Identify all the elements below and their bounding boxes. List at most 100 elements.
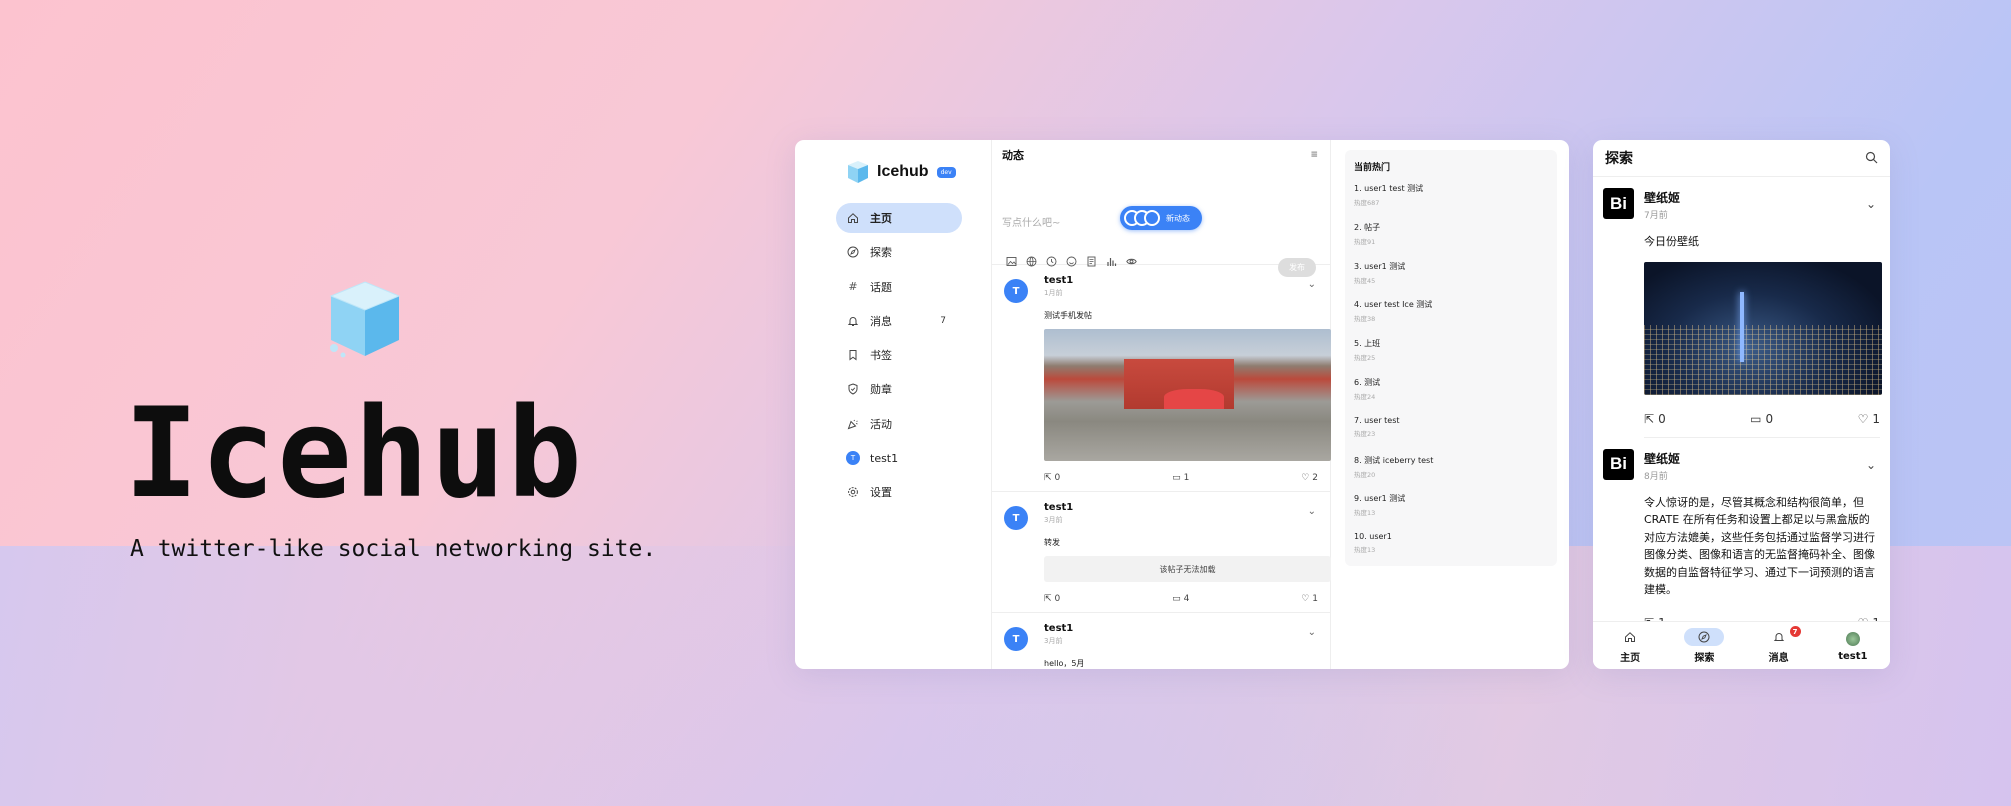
new-posts-button[interactable]: 新动态	[1120, 206, 1202, 230]
tab-profile[interactable]: test1	[1816, 622, 1890, 669]
post-image[interactable]	[1044, 329, 1331, 461]
sidebar-item-profile[interactable]: T test1	[836, 443, 962, 473]
avatar	[1843, 630, 1863, 648]
post-time: 8月前	[1644, 471, 1668, 482]
trending-item-heat: 热度23	[1354, 429, 1376, 438]
trending-item[interactable]: 6. 测试 热度24	[1354, 377, 1548, 416]
sidebar-item-settings[interactable]: 设置	[836, 477, 962, 507]
like-count: 1	[1872, 411, 1880, 426]
icehub-cube-logo	[329, 281, 401, 358]
trending-item[interactable]: 2. 帖子 热度91	[1354, 222, 1548, 261]
gear-icon	[846, 485, 860, 499]
heart-icon: ♡	[1857, 411, 1869, 426]
post-time: 3月前	[1044, 637, 1063, 645]
tab-label: 消息	[1768, 652, 1789, 664]
post-card[interactable]: T test1 3月前 ⌄ hello，5月	[992, 613, 1330, 669]
like-button[interactable]: ♡ 2	[1301, 473, 1318, 483]
sidebar-item-explore[interactable]: 探索	[836, 237, 962, 267]
post-author[interactable]: 壁纸姬	[1644, 187, 1880, 206]
tab-label: test1	[1838, 650, 1868, 662]
post-author[interactable]: test1	[1044, 623, 1318, 634]
post-author[interactable]: test1	[1044, 275, 1318, 286]
party-icon	[846, 417, 860, 431]
avatar[interactable]: T	[1004, 279, 1028, 303]
home-icon	[1620, 628, 1640, 646]
sidebar-item-events[interactable]: 活动	[836, 409, 962, 439]
avatar[interactable]: Bi	[1603, 448, 1634, 480]
hero-subtitle: A twitter-like social networking site.	[130, 536, 657, 562]
like-count: 1	[1312, 594, 1318, 604]
trending-item-heat: 热度91	[1354, 237, 1376, 246]
post-author[interactable]: 壁纸姬	[1644, 448, 1880, 467]
compass-icon	[1684, 627, 1725, 646]
post-card[interactable]: Bi 壁纸姬 7月前 ⌄ 今日份壁纸 ⇱ 0 ▭ 0 ♡ 1	[1593, 177, 1890, 438]
post-card[interactable]: T test1 1月前 ⌄ 测试手机发帖 ⇱ 0 ▭ 1 ♡ 2	[992, 265, 1331, 492]
trending-item[interactable]: 5. 上班 热度25	[1354, 338, 1548, 377]
sort-icon[interactable]: ≡	[1310, 150, 1318, 160]
sidebar-item-label: 消息	[870, 314, 892, 328]
post-card[interactable]: T test1 3月前 ⌄ 转发 该帖子无法加载 ⇱ 0 ▭ 4 ♡ 1	[992, 492, 1331, 613]
search-icon[interactable]	[1865, 151, 1878, 168]
tab-home[interactable]: 主页	[1593, 622, 1667, 669]
comment-button[interactable]: ▭ 0	[1750, 412, 1773, 426]
trending-item-title: 7. user test	[1354, 415, 1400, 425]
repost-unavailable: 该帖子无法加载	[1044, 556, 1331, 582]
trending-item[interactable]: 7. user test 热度23	[1354, 416, 1548, 455]
comment-button[interactable]: ▭ 4	[1172, 594, 1189, 604]
chevron-down-icon[interactable]: ⌄	[1866, 458, 1876, 472]
sidebar-item-home[interactable]: 主页	[836, 203, 962, 233]
heart-icon: ♡	[1301, 473, 1310, 483]
trending-item[interactable]: 8. 测试 iceberry test 热度20	[1354, 455, 1548, 494]
trending-item-title: 9. user1 测试	[1354, 494, 1406, 504]
trending-item-heat: 热度45	[1354, 276, 1376, 285]
like-count: 2	[1312, 473, 1318, 483]
tab-explore[interactable]: 探索	[1667, 622, 1741, 669]
trending-item-title: 8. 测试 iceberry test	[1354, 455, 1434, 465]
sidebar: Icehub dev 主页 探索 # 话题 消息 7 书签 勋章 活动 T te…	[795, 140, 991, 669]
comment-icon: ▭	[1172, 594, 1181, 604]
sidebar-item-messages[interactable]: 消息 7	[836, 306, 962, 336]
post-time: 3月前	[1044, 516, 1063, 524]
bell-icon	[846, 314, 860, 328]
dev-badge: dev	[936, 166, 956, 178]
notification-badge: 7	[1789, 626, 1801, 637]
sidebar-item-bookmarks[interactable]: 书签	[836, 340, 962, 370]
compass-icon	[846, 245, 860, 259]
sidebar-item-label: 探索	[870, 246, 892, 260]
like-button[interactable]: ♡1	[1301, 594, 1318, 604]
cube-logo-icon	[848, 161, 868, 183]
sidebar-item-label: 话题	[870, 280, 892, 294]
trending-item-heat: 热度13	[1354, 509, 1376, 518]
chevron-down-icon[interactable]: ⌄	[1308, 279, 1316, 290]
trending-item[interactable]: 1. user1 test 测试 热度687	[1354, 183, 1548, 222]
avatar	[1144, 210, 1160, 226]
composer-input[interactable]: 写点什么吧~	[1002, 214, 1060, 229]
post-image[interactable]	[1644, 261, 1882, 395]
chevron-down-icon[interactable]: ⌄	[1308, 506, 1316, 517]
tab-messages[interactable]: 7 消息	[1742, 622, 1816, 669]
trending-item[interactable]: 4. user test Ice 测试 热度38	[1354, 299, 1548, 338]
brand[interactable]: Icehub dev	[847, 160, 956, 184]
sidebar-item-label: 勋章	[870, 383, 892, 397]
comment-button[interactable]: ▭ 1	[1172, 473, 1189, 483]
avatar[interactable]: T	[1004, 506, 1028, 530]
comment-icon: ▭	[1172, 473, 1181, 483]
trending-item[interactable]: 10. user1 热度13	[1354, 532, 1548, 571]
share-button[interactable]: ⇱ 0	[1644, 412, 1666, 426]
chevron-down-icon[interactable]: ⌄	[1866, 197, 1876, 211]
trending-item[interactable]: 9. user1 测试 热度13	[1354, 493, 1548, 532]
sidebar-item-badges[interactable]: 勋章	[836, 374, 962, 404]
avatar[interactable]: Bi	[1603, 188, 1634, 219]
sidebar-item-topics[interactable]: # 话题	[836, 272, 962, 302]
avatar[interactable]: T	[1004, 627, 1028, 651]
post-author[interactable]: test1	[1044, 502, 1318, 513]
trending-item-heat: 热度13	[1354, 546, 1376, 555]
post-card[interactable]: Bi 壁纸姬 8月前 ⌄ 令人惊讶的是，尽管其概念和结构很简单，但 CRATE …	[1593, 438, 1890, 631]
post-text: 测试手机发帖	[1044, 311, 1092, 320]
share-icon: ⇱	[1044, 473, 1052, 483]
share-button[interactable]: ⇱ 0	[1044, 594, 1060, 604]
share-button[interactable]: ⇱ 0	[1044, 473, 1060, 483]
trending-item[interactable]: 3. user1 测试 热度45	[1354, 261, 1548, 300]
like-button[interactable]: ♡1	[1858, 412, 1880, 426]
chevron-down-icon[interactable]: ⌄	[1308, 627, 1316, 638]
